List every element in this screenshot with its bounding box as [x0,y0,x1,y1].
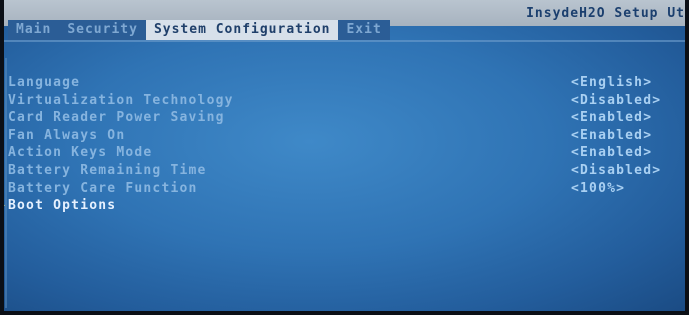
setting-value[interactable]: <100%> [571,180,625,198]
tab-system-configuration[interactable]: System Configuration [145,20,339,40]
setting-row-fan-always-on[interactable]: Fan Always On <Enabled> [8,127,683,145]
setting-label: Action Keys Mode [8,145,153,161]
setting-row-language[interactable]: Language <English> [8,74,683,92]
monitor-bezel-bottom [0,311,689,315]
tab-exit[interactable]: Exit [338,20,390,40]
setting-value[interactable]: <Disabled> [571,162,661,180]
menu-bar: Main Security System Configuration Exit [8,20,390,40]
setting-value[interactable]: <Enabled> [571,144,652,162]
setting-label: Language [8,75,81,90]
tab-security[interactable]: Security [59,20,146,40]
setting-value[interactable]: <Disabled> [571,92,661,110]
bios-screen: InsydeH2O Setup Ut Main Security System … [0,0,689,315]
setting-row-battery-care-function[interactable]: Battery Care Function <100%> [8,180,683,198]
settings-list: Language <English> Virtualization Techno… [0,74,683,215]
setting-label: Battery Care Function [8,180,198,196]
submenu-label: Boot Options [8,198,117,214]
setting-label: Virtualization Technology [8,92,234,108]
setting-row-virtualization-technology[interactable]: Virtualization Technology <Disabled> [8,92,683,110]
setting-value[interactable]: <Enabled> [571,127,652,145]
setting-row-battery-remaining-time[interactable]: Battery Remaining Time <Disabled> [8,162,683,180]
left-border-line [5,58,7,308]
setting-row-action-keys-mode[interactable]: Action Keys Mode <Enabled> [8,144,683,162]
setting-label: Battery Remaining Time [8,162,207,178]
submenu-boot-options[interactable]: ▶ Boot Options [0,197,683,215]
setting-value[interactable]: <Enabled> [571,109,652,127]
setting-value[interactable]: <English> [571,74,652,92]
setting-label: Card Reader Power Saving [8,110,225,126]
setting-row-card-reader-power-saving[interactable]: Card Reader Power Saving <Enabled> [8,109,683,127]
tab-main[interactable]: Main [8,20,60,40]
menu-divider [0,40,689,42]
bios-brand-title: InsydeH2O Setup Ut [526,6,685,21]
setting-label: Fan Always On [8,127,126,143]
monitor-bezel-left [0,0,4,315]
monitor-bezel-right [685,0,689,315]
